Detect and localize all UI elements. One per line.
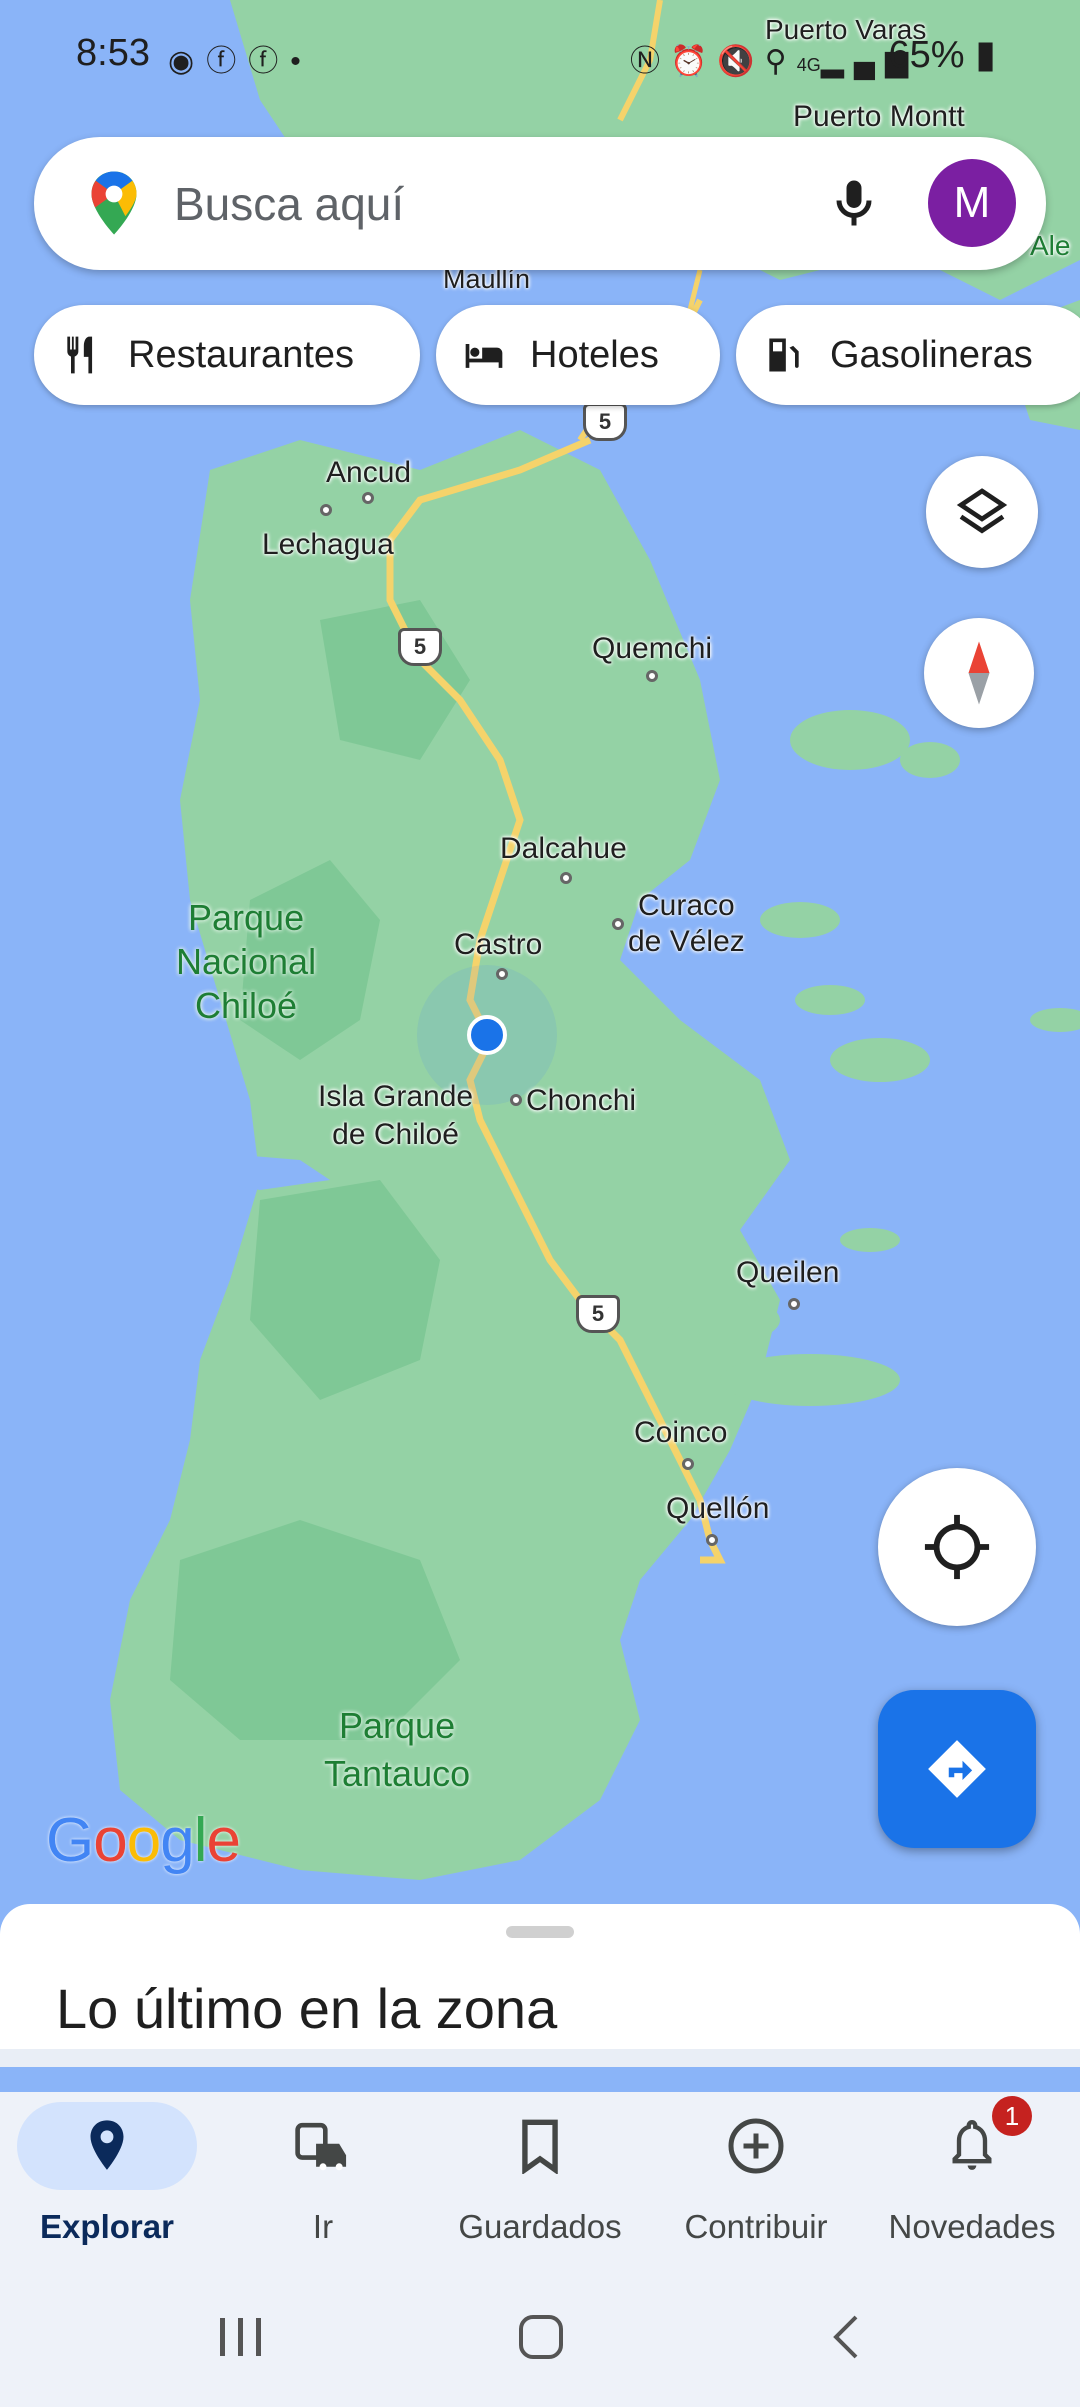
sheet-divider (0, 2049, 1080, 2067)
nav-ir-iconwrap (233, 2102, 413, 2190)
sheet-drag-handle[interactable] (506, 1926, 574, 1938)
location-pin-icon (90, 2120, 124, 2170)
nav-contribuir-iconwrap (666, 2102, 846, 2190)
map-marker-chonchi (510, 1094, 522, 1106)
map-marker-castro (496, 968, 508, 980)
directions-button[interactable] (878, 1690, 1036, 1848)
map-marker-quemchi (646, 670, 658, 682)
map-label-curaco[interactable]: Curaco de Vélez (628, 888, 745, 960)
status-system-icons: Ⓝ⏰🔇⚲4G▂▄▆ (630, 36, 918, 80)
commute-icon (295, 2122, 347, 2171)
location-icon: ⚲ (764, 45, 797, 78)
nav-novedades[interactable]: 1 Novedades (872, 2096, 1072, 2246)
compass-icon (968, 641, 990, 705)
google-logo: Google (46, 1806, 241, 1875)
chip-label: Gasolineras (830, 333, 1033, 376)
map-marker-ancud (362, 492, 374, 504)
search-bar[interactable]: Busca aquí M (34, 137, 1046, 270)
nav-guardados[interactable]: Guardados (440, 2102, 640, 2246)
facebook-icon: ⓕ (206, 45, 249, 78)
map-label-lechagua[interactable]: Lechagua (262, 528, 394, 562)
battery-indicator: 65% ▮ (888, 32, 996, 77)
nav-explorar-indicator (17, 2102, 197, 2190)
bookmark-icon (522, 2119, 558, 2174)
google-maps-logo-icon (91, 171, 137, 235)
layers-icon (956, 488, 1008, 534)
chip-hoteles[interactable]: Hoteles (436, 305, 720, 405)
nfc-icon: Ⓝ (630, 45, 670, 78)
mute-icon: 🔇 (717, 45, 765, 78)
account-avatar[interactable]: M (928, 159, 1016, 247)
battery-icon: ▮ (975, 34, 996, 76)
nav-label: Novedades (888, 2208, 1056, 2245)
route-5-shield: 5 (576, 1295, 620, 1333)
nav-novedades-iconwrap: 1 (882, 2096, 1062, 2190)
system-navigation-bar (0, 2272, 1080, 2407)
map-marker-dalcahue (560, 872, 572, 884)
recents-icon[interactable] (216, 2314, 266, 2360)
messenger-icon: ◉ (168, 45, 207, 78)
gas-station-icon (769, 338, 799, 372)
map-label-coinco[interactable]: Coinco (634, 1416, 727, 1450)
crosshair-icon (924, 1514, 990, 1580)
route-5-shield: 5 (583, 403, 627, 441)
map-label-queilen[interactable]: Queilen (736, 1256, 839, 1290)
bottom-navigation: Explorar Ir Guardados Contribuir 1 Noved… (0, 2092, 1080, 2272)
bell-icon (952, 2119, 992, 2170)
microphone-icon[interactable] (824, 173, 884, 233)
restaurant-icon (67, 336, 93, 374)
chip-label: Hoteles (530, 333, 659, 376)
map-marker-lechagua (320, 504, 332, 516)
map-label-castro[interactable]: Castro (454, 928, 542, 962)
map-marker-queilen (788, 1298, 800, 1310)
chip-label: Restaurantes (128, 333, 355, 376)
bottom-sheet[interactable]: Lo último en la zona (0, 1904, 1080, 2049)
layers-button[interactable] (926, 456, 1038, 568)
battery-percent: 65% (888, 34, 965, 76)
notification-badge: 1 (992, 2096, 1032, 2136)
status-time: 8:53 (76, 32, 150, 74)
map-marker-quellon (706, 1534, 718, 1546)
add-circle-icon (728, 2118, 784, 2174)
nav-label: Guardados (458, 2208, 622, 2245)
nav-label: Ir (312, 2208, 334, 2245)
route-5-shield: 5 (398, 628, 442, 666)
nav-ir[interactable]: Ir (223, 2102, 423, 2246)
map-label-dalcahue[interactable]: Dalcahue (500, 832, 627, 866)
home-icon[interactable] (516, 2312, 566, 2362)
map-label-quellon[interactable]: Quellón (666, 1492, 769, 1526)
network-type: 4G (796, 55, 821, 75)
compass-button[interactable] (924, 618, 1034, 728)
sheet-title: Lo último en la zona (56, 1977, 558, 2040)
nav-guardados-iconwrap (450, 2102, 630, 2190)
back-icon[interactable] (826, 2312, 866, 2362)
nav-contribuir[interactable]: Contribuir (656, 2102, 856, 2246)
map-label-isla-grande[interactable]: Isla Grande de Chiloé (318, 1078, 473, 1154)
hotel-icon (465, 344, 503, 368)
map-marker-coinco (682, 1458, 694, 1470)
directions-icon (928, 1740, 986, 1798)
nav-explorar[interactable]: Explorar (7, 2102, 207, 2246)
status-notification-icons: ◉ⓕⓕ• (168, 36, 313, 80)
nav-label: Contribuir (684, 2208, 828, 2245)
search-input[interactable]: Busca aquí (174, 177, 404, 231)
dot-icon: • (290, 45, 313, 78)
map-marker-curaco (612, 918, 624, 930)
alarm-icon: ⏰ (670, 45, 718, 78)
chip-gasolineras[interactable]: Gasolineras (736, 305, 1080, 405)
map-label-parque-chiloe[interactable]: Parque Nacional Chiloé (176, 896, 316, 1028)
facebook-icon: ⓕ (248, 45, 291, 78)
chip-restaurantes[interactable]: Restaurantes (34, 305, 420, 405)
map-label-quemchi[interactable]: Quemchi (592, 632, 712, 666)
map-canvas[interactable] (0, 0, 1080, 1930)
my-location-button[interactable] (878, 1468, 1036, 1626)
map-label-ancud[interactable]: Ancud (326, 456, 411, 490)
nav-label: Explorar (40, 2208, 174, 2245)
map-label-parque-tantauco[interactable]: Parque Tantauco (324, 1702, 470, 1798)
map-label-chonchi[interactable]: Chonchi (526, 1084, 636, 1118)
status-bar: 8:53 ◉ⓕⓕ• Ⓝ⏰🔇⚲4G▂▄▆ 65% ▮ (0, 0, 1080, 110)
